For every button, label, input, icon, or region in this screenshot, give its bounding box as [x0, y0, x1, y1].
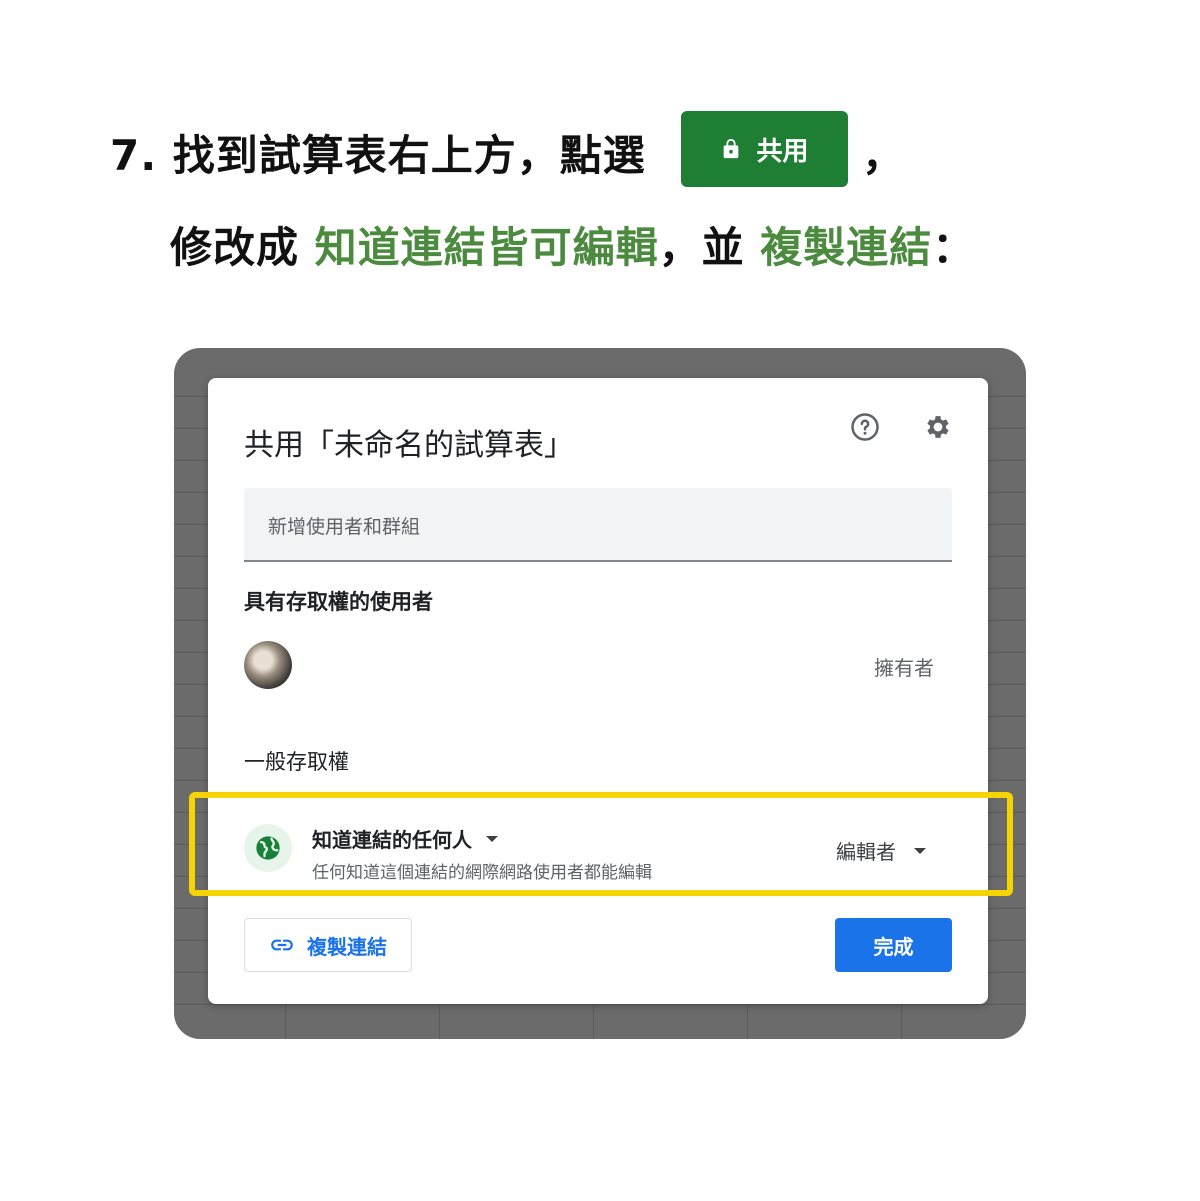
help-icon[interactable]	[850, 412, 880, 442]
highlight-box	[189, 792, 1013, 896]
instruction-comma: ，	[862, 131, 905, 180]
share-dialog: 共用「未命名的試算表」 新增使用者和群組 具有存取權的使用者 擁有者 一般存取權…	[208, 378, 988, 1004]
people-section-title: 具有存取權的使用者	[244, 590, 433, 614]
instruction-prefix: 7. 找到試算表右上方，點選	[110, 131, 646, 180]
done-button[interactable]: 完成	[835, 918, 952, 972]
lock-icon	[724, 138, 739, 159]
share-button-illustration: 共用	[681, 111, 848, 187]
owner-role-label: 擁有者	[874, 656, 934, 680]
dialog-title: 共用「未命名的試算表」	[244, 428, 574, 463]
general-access-title: 一般存取權	[244, 750, 349, 774]
share-pill-label: 共用	[756, 136, 809, 167]
copy-link-button[interactable]: 複製連結	[244, 918, 412, 972]
instruction-line-2: 修改成 知道連結皆可編輯，並 複製連結：	[170, 214, 975, 275]
instruction-text-2: ，並	[658, 223, 761, 272]
done-label: 完成	[873, 934, 914, 959]
instruction-line-1: 7. 找到試算表右上方，點選	[110, 122, 646, 183]
instruction-text-3: ：	[932, 223, 976, 272]
add-people-input[interactable]: 新增使用者和群組	[244, 488, 952, 562]
gear-icon[interactable]	[923, 412, 953, 442]
grid-line	[174, 1004, 1026, 1005]
link-icon	[271, 939, 293, 951]
instruction-highlight-edit: 知道連結皆可編輯	[314, 223, 659, 272]
avatar	[244, 641, 292, 689]
instruction-highlight-copy: 複製連結	[760, 223, 933, 272]
instruction-text-1: 修改成	[170, 223, 315, 272]
copy-link-label: 複製連結	[307, 934, 387, 959]
add-people-placeholder: 新增使用者和群組	[268, 516, 421, 538]
